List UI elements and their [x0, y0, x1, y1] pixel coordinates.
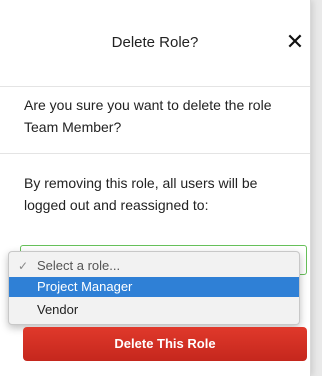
option-label: Project Manager: [37, 279, 133, 294]
checkmark-icon: ✓: [18, 259, 29, 273]
divider: [0, 153, 310, 154]
delete-confirmation-text: Are you sure you want to delete the role…: [24, 97, 272, 135]
option-project-manager[interactable]: Project Manager: [9, 277, 299, 297]
dialog-header: Delete Role? ✕: [0, 0, 310, 87]
delete-role-dialog: Delete Role? ✕ Are you sure you want to …: [0, 0, 311, 376]
option-vendor[interactable]: Vendor: [9, 300, 299, 320]
option-select-a-role[interactable]: ✓ Select a role...: [9, 256, 299, 276]
close-icon[interactable]: ✕: [283, 30, 307, 54]
option-label: Select a role...: [37, 258, 121, 273]
role-dropdown-menu: ✓ Select a role... Project Manager Vendo…: [8, 251, 300, 325]
dialog-title: Delete Role?: [111, 34, 199, 51]
option-label: Vendor: [37, 302, 79, 317]
reassign-warning-text: By removing this role, all users will be…: [24, 175, 258, 213]
delete-role-button[interactable]: Delete This Role: [23, 327, 307, 361]
